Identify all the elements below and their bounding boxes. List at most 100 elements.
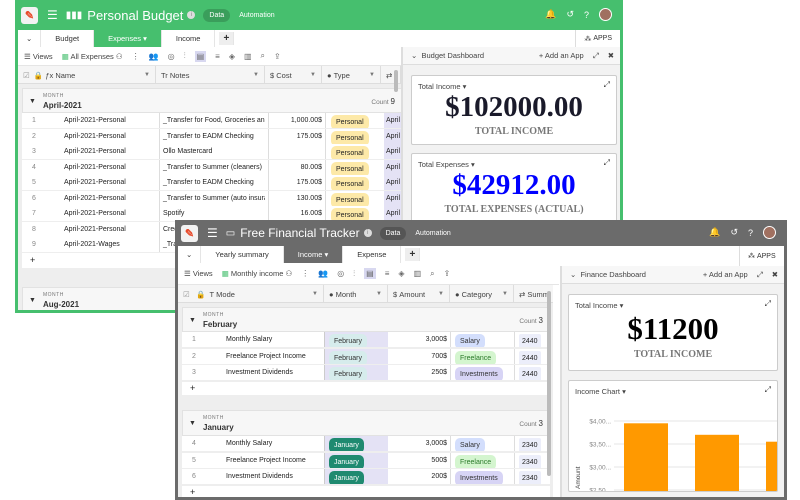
column-header-type[interactable]: ● Type ▼	[322, 66, 381, 84]
color-icon[interactable]: ◈	[398, 269, 404, 278]
hide-fields-icon[interactable]: ◎	[168, 52, 175, 61]
view-selector[interactable]: ▦ All Expenses ⚇	[62, 52, 123, 61]
bar[interactable]	[766, 441, 777, 491]
table-row[interactable]: 3 Investment Dividends February 250$ Investm…	[182, 365, 550, 381]
tabs-collapse-icon[interactable]: ⌄	[18, 30, 42, 47]
table-row[interactable]: 4 Monthly Salary January 3,000$ Salary 2340	[182, 436, 550, 452]
table-row[interactable]: 5 Freelance Project Income January 500$ Free…	[182, 452, 550, 469]
table-row[interactable]: 6 Investment Dividends January 200$ Investme…	[182, 469, 550, 485]
expand-icon[interactable]: ⤢	[593, 51, 599, 61]
bell-icon[interactable]: 🔔	[709, 227, 720, 238]
share-icon[interactable]: ⇪	[274, 52, 281, 61]
views-button[interactable]: ☰ Views	[184, 269, 213, 278]
column-header-category[interactable]: ● Category ▼	[450, 285, 514, 303]
add-table-button[interactable]: +	[219, 32, 235, 45]
card-title[interactable]: Total Expenses ▾	[418, 160, 475, 169]
tab-income[interactable]: Income	[161, 30, 216, 47]
add-app-button[interactable]: + Add an App	[703, 270, 748, 279]
add-app-button[interactable]: + Add an App	[539, 51, 584, 60]
group-header[interactable]: ▼ MONTH February Count 3	[182, 307, 550, 332]
filter-fields-icon[interactable]: ⫶	[184, 51, 186, 61]
app-logo-icon[interactable]: ✎	[181, 224, 198, 242]
search-icon[interactable]: ⌕	[261, 51, 265, 61]
collapse-icon[interactable]: ⌄	[570, 270, 576, 279]
table-row[interactable]: 2 Freelance Project Income February 700$ Fre…	[182, 348, 550, 365]
avatar[interactable]	[763, 226, 776, 239]
help-icon[interactable]: ?	[584, 10, 589, 20]
automation-tab[interactable]: Automation	[415, 230, 450, 237]
share-icon[interactable]: ⇪	[444, 269, 451, 278]
add-row-button[interactable]: +	[182, 381, 550, 396]
info-icon[interactable]: i	[187, 11, 196, 19]
data-tab[interactable]: Data	[203, 8, 231, 22]
more-icon[interactable]: ⋮	[301, 269, 309, 278]
scrollbar[interactable]	[547, 291, 551, 476]
history-icon[interactable]: ↺	[730, 227, 738, 238]
table-row[interactable]: 6 April-2021-Personal _Transfer to Summer …	[22, 190, 402, 207]
scrollbar[interactable]	[394, 70, 398, 92]
card-title[interactable]: Total Income ▾	[575, 301, 623, 310]
close-icon[interactable]: ✖	[772, 270, 778, 279]
apps-button[interactable]: ⁂ APPS	[739, 246, 784, 266]
collaborators-icon[interactable]: 👥	[318, 269, 328, 278]
collapse-group-icon[interactable]: ▼	[29, 98, 36, 105]
bar[interactable]	[695, 434, 739, 491]
table-row[interactable]: 3 April-2021-Personal Ollo Mastercard Perso…	[22, 144, 402, 160]
menu-icon[interactable]: ☰	[47, 8, 58, 22]
print-icon[interactable]: ▥	[414, 269, 422, 278]
expand-icon[interactable]: ⤢	[604, 80, 610, 90]
hide-fields-icon[interactable]: ◎	[337, 269, 344, 278]
table-row[interactable]: 1 April-2021-Personal _Transfer for Food, …	[22, 113, 402, 129]
column-header-mode[interactable]: ☑ 🔒 T Mode ▼	[178, 285, 324, 303]
filter-fields-icon[interactable]: ⫶	[353, 269, 355, 279]
column-header-month[interactable]: ● Month ▼	[324, 285, 388, 303]
tab-expense[interactable]: Expense	[343, 246, 402, 263]
tab-budget[interactable]: Budget	[41, 30, 95, 47]
collapse-group-icon[interactable]: ▼	[189, 317, 196, 324]
tab-expenses[interactable]: Expenses ▾	[94, 30, 162, 47]
tab-income[interactable]: Income ▾	[283, 246, 344, 263]
bar[interactable]	[624, 423, 668, 491]
group-header[interactable]: ▼ MONTH April-2021 Count 9	[22, 88, 402, 113]
collapse-icon[interactable]: ⌄	[411, 51, 417, 60]
history-icon[interactable]: ↺	[566, 9, 574, 20]
close-icon[interactable]: ✖	[608, 51, 614, 60]
view-selector[interactable]: ▦ Monthly income ⚇	[222, 269, 293, 278]
bell-icon[interactable]: 🔔	[545, 9, 556, 20]
add-row-button[interactable]: +	[182, 485, 550, 497]
add-table-button[interactable]: +	[405, 248, 421, 261]
select-all-checkbox[interactable]: ☑	[183, 290, 190, 299]
more-icon[interactable]: ⋮	[132, 52, 140, 61]
expand-icon[interactable]: ⤢	[604, 158, 610, 168]
column-header-cost[interactable]: $ Cost ▼	[265, 66, 322, 84]
print-icon[interactable]: ▥	[244, 52, 252, 61]
collapse-group-icon[interactable]: ▼	[29, 297, 36, 304]
expand-icon[interactable]: ⤢	[765, 299, 771, 309]
apps-button[interactable]: ⁂ APPS	[575, 30, 620, 47]
search-icon[interactable]: ⌕	[430, 269, 434, 279]
color-icon[interactable]: ◈	[229, 52, 235, 61]
data-tab[interactable]: Data	[379, 226, 407, 240]
column-header-name[interactable]: ☑ 🔒 ƒx Name ▼	[18, 66, 156, 84]
info-icon[interactable]: i	[363, 229, 372, 237]
table-row[interactable]: 1 Monthly Salary February 3,000$ Salary 2440	[182, 332, 550, 348]
help-icon[interactable]: ?	[748, 228, 753, 238]
row-height-icon[interactable]: ▤	[194, 50, 207, 62]
column-header-summary[interactable]: ⇄	[381, 66, 401, 84]
sort-icon[interactable]: ≡	[215, 52, 220, 61]
menu-icon[interactable]: ☰	[207, 226, 218, 240]
column-header-notes[interactable]: Tr Notes ▼	[156, 66, 265, 84]
automation-tab[interactable]: Automation	[239, 12, 274, 19]
views-button[interactable]: ☰ Views	[24, 52, 53, 61]
avatar[interactable]	[599, 8, 612, 21]
select-all-checkbox[interactable]: ☑	[23, 71, 30, 80]
expand-icon[interactable]: ⤢	[757, 270, 763, 280]
column-header-amount[interactable]: $ Amount ▼	[388, 285, 450, 303]
sort-icon[interactable]: ≡	[385, 269, 390, 278]
table-row[interactable]: 4 April-2021-Personal _Transfer to Summer …	[22, 159, 402, 176]
app-logo-icon[interactable]: ✎	[21, 6, 38, 24]
collaborators-icon[interactable]: 👥	[149, 52, 159, 61]
table-row[interactable]: 5 April-2021-Personal _Transfer to EADM Ch…	[22, 175, 402, 191]
table-row[interactable]: 2 April-2021-Personal _Transfer to EADM Ch…	[22, 128, 402, 145]
tab-yearly-summary[interactable]: Yearly summary	[201, 246, 284, 263]
